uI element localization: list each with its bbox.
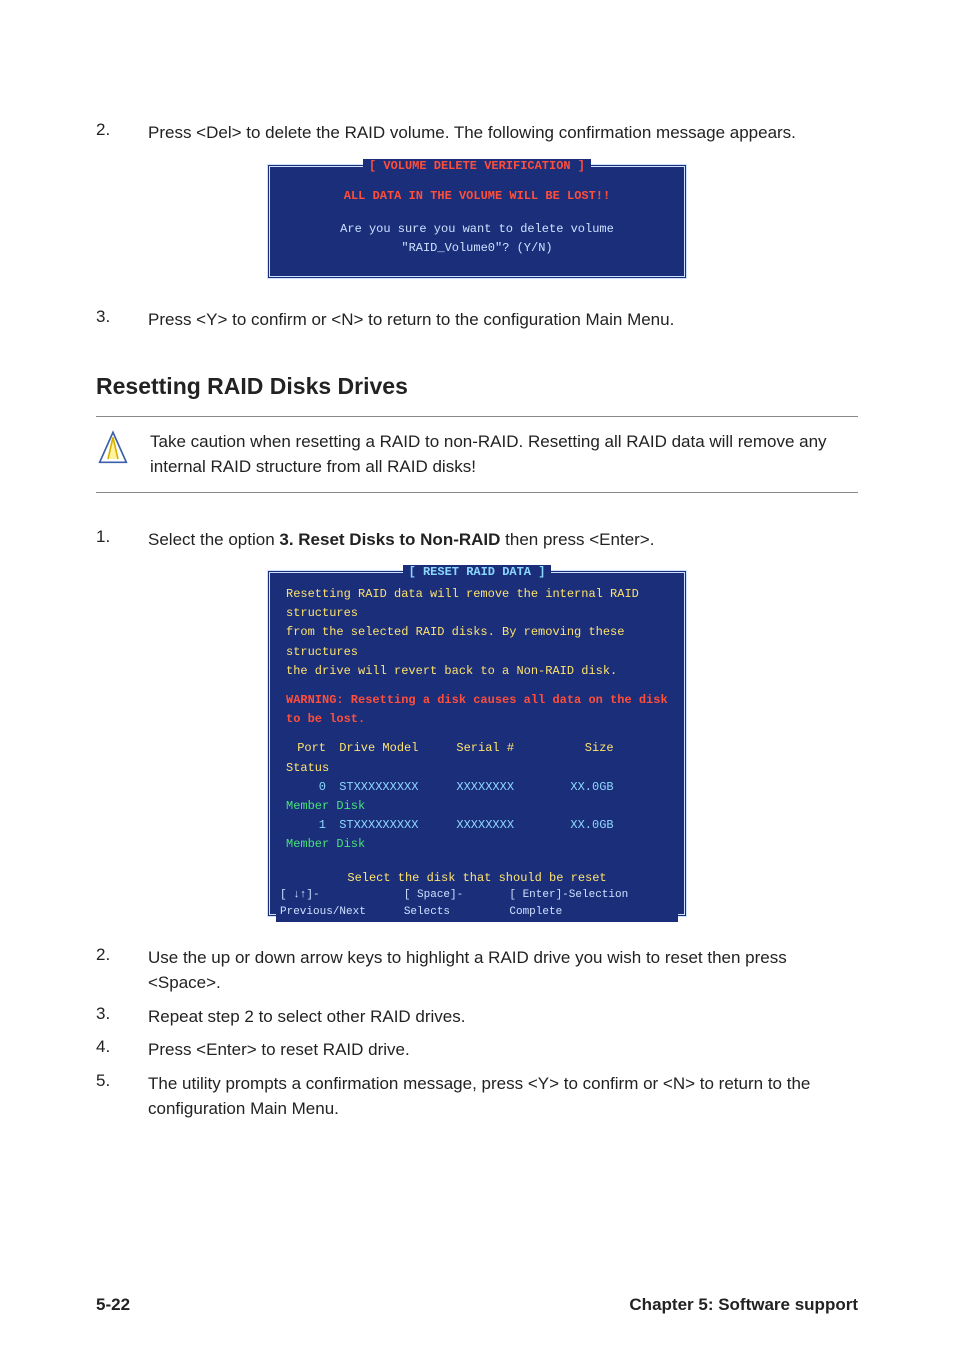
step-number: 2.	[96, 945, 120, 996]
dialog-body-line: from the selected RAID disks. By removin…	[286, 623, 668, 661]
step-text: Repeat step 2 to select other RAID drive…	[148, 1004, 466, 1030]
step-text: Select the option 3. Reset Disks to Non-…	[148, 527, 654, 553]
dialog-body-line: the drive will revert back to a Non-RAID…	[286, 662, 668, 681]
caution-icon	[96, 429, 130, 469]
volume-delete-dialog: [ VOLUME DELETE VERIFICATION ] ALL DATA …	[267, 164, 687, 280]
step-text: Press <Y> to confirm or <N> to return to…	[148, 307, 674, 333]
page-footer: 5-22 Chapter 5: Software support	[96, 1295, 858, 1315]
step-number: 3.	[96, 307, 120, 333]
step-3: 3. Press <Y> to confirm or <N> to return…	[96, 307, 858, 333]
dialog-instruction: Select the disk that should be reset	[286, 869, 668, 888]
step-number: 4.	[96, 1037, 120, 1063]
caution-note: Take caution when resetting a RAID to no…	[96, 416, 858, 493]
chapter-title: Chapter 5: Software support	[629, 1295, 858, 1315]
reset-raid-dialog: [ RESET RAID DATA ] Resetting RAID data …	[267, 570, 687, 917]
reset-step-1: 1. Select the option 3. Reset Disks to N…	[96, 527, 858, 553]
step-number: 1.	[96, 527, 120, 553]
reset-step-3: 3. Repeat step 2 to select other RAID dr…	[96, 1004, 858, 1030]
step-2: 2. Press <Del> to delete the RAID volume…	[96, 120, 858, 146]
dialog-prompt: Are you sure you want to delete volume "…	[286, 220, 668, 258]
step-text: The utility prompts a confirmation messa…	[148, 1071, 858, 1122]
table-row: 0 STXXXXXXXXX XXXXXXXX XX.0GB Member Dis…	[286, 778, 668, 816]
step-text: Press <Enter> to reset RAID drive.	[148, 1037, 410, 1063]
dialog-footer-keys: [ ↓↑]-Previous/Next [ Space]-Selects [ E…	[276, 887, 678, 922]
dialog-title: [ RESET RAID DATA ]	[270, 563, 684, 582]
reset-step-2: 2. Use the up or down arrow keys to high…	[96, 945, 858, 996]
caution-text: Take caution when resetting a RAID to no…	[150, 429, 858, 480]
reset-step-5: 5. The utility prompts a confirmation me…	[96, 1071, 858, 1122]
step-number: 3.	[96, 1004, 120, 1030]
table-header: Port Drive Model Serial # Size Status	[286, 739, 668, 777]
dialog-warning: WARNING: Resetting a disk causes all dat…	[286, 691, 668, 729]
reset-step-4: 4. Press <Enter> to reset RAID drive.	[96, 1037, 858, 1063]
step-number: 5.	[96, 1071, 120, 1122]
page-number: 5-22	[96, 1295, 130, 1315]
step-text: Use the up or down arrow keys to highlig…	[148, 945, 858, 996]
dialog-warning: ALL DATA IN THE VOLUME WILL BE LOST!!	[286, 187, 668, 206]
dialog-body-line: Resetting RAID data will remove the inte…	[286, 585, 668, 623]
disk-table: Port Drive Model Serial # Size Status 0 …	[286, 739, 668, 854]
step-number: 2.	[96, 120, 120, 146]
step-text: Press <Del> to delete the RAID volume. T…	[148, 120, 796, 146]
table-row: 1 STXXXXXXXXX XXXXXXXX XX.0GB Member Dis…	[286, 816, 668, 854]
dialog-title: [ VOLUME DELETE VERIFICATION ]	[270, 157, 684, 176]
section-heading-reset-raid: Resetting RAID Disks Drives	[96, 373, 858, 400]
